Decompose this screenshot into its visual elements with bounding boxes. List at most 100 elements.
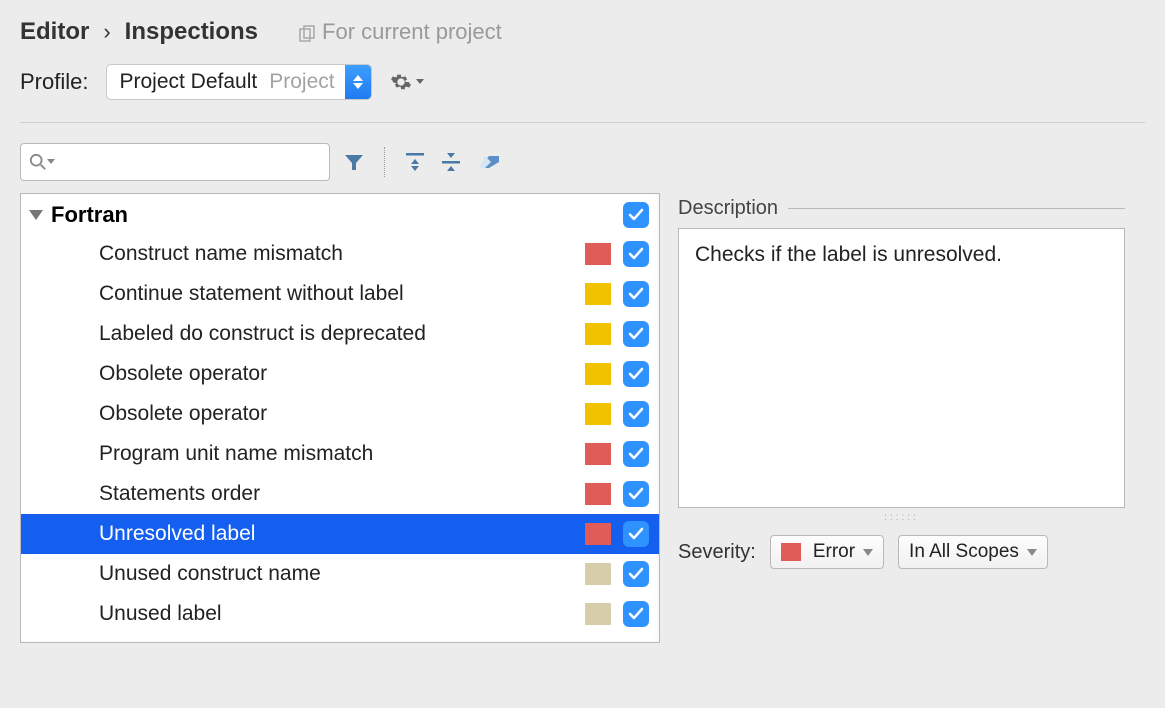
check-icon <box>628 446 644 462</box>
profile-label: Profile: <box>20 69 88 95</box>
chevron-down-icon <box>47 159 55 165</box>
severity-color-swatch <box>585 483 611 505</box>
severity-color-swatch <box>585 523 611 545</box>
inspection-label: Obsolete operator <box>99 362 585 386</box>
search-field[interactable] <box>55 151 321 174</box>
severity-color-swatch <box>585 403 611 425</box>
inspection-row[interactable]: Unused construct name <box>21 554 659 594</box>
group-label: Fortran <box>51 202 615 228</box>
inspection-checkbox[interactable] <box>623 321 649 347</box>
chevron-down-icon <box>416 79 424 85</box>
inspection-label: Labeled do construct is deprecated <box>99 322 585 346</box>
check-icon <box>628 606 644 622</box>
search-icon <box>29 153 47 171</box>
filter-icon <box>342 150 366 174</box>
inspection-label: Construct name mismatch <box>99 242 585 266</box>
toolbar-separator <box>384 147 385 177</box>
inspection-row[interactable]: Unresolved label <box>21 514 659 554</box>
severity-row: Severity: Error In All Scopes <box>678 535 1125 569</box>
group-checkbox[interactable] <box>623 202 649 228</box>
inspection-group[interactable]: Fortran <box>21 194 659 234</box>
inspection-checkbox[interactable] <box>623 361 649 387</box>
severity-color-swatch <box>585 323 611 345</box>
inspection-row[interactable]: Unused label <box>21 594 659 634</box>
breadcrumb: Editor › Inspections For current project <box>0 0 1165 56</box>
description-section-title: Description <box>678 197 1125 220</box>
check-icon <box>628 326 644 342</box>
severity-color-swatch <box>585 443 611 465</box>
description-text: Checks if the label is unresolved. <box>678 228 1125 508</box>
breadcrumb-separator-icon: › <box>103 19 110 45</box>
severity-color-swatch <box>585 603 611 625</box>
inspection-label: Unused label <box>99 602 585 626</box>
profile-row: Profile: Project Default Project <box>0 56 1165 118</box>
severity-label: Severity: <box>678 541 756 564</box>
inspection-checkbox[interactable] <box>623 401 649 427</box>
expand-all-icon <box>403 150 427 174</box>
severity-select[interactable]: Error <box>770 535 884 569</box>
inspection-row[interactable]: Statements order <box>21 474 659 514</box>
inspection-checkbox[interactable] <box>623 601 649 627</box>
severity-color-swatch <box>585 243 611 265</box>
chevron-down-icon <box>863 549 873 556</box>
select-arrows-icon <box>345 64 371 100</box>
expand-all-button[interactable] <box>403 150 427 174</box>
inspection-row[interactable]: Labeled do construct is deprecated <box>21 314 659 354</box>
project-icon <box>298 23 316 41</box>
severity-color-swatch <box>585 283 611 305</box>
inspection-row[interactable]: Construct name mismatch <box>21 234 659 274</box>
check-icon <box>628 246 644 262</box>
inspection-checkbox[interactable] <box>623 561 649 587</box>
filter-button[interactable] <box>342 150 366 174</box>
severity-color-swatch <box>585 363 611 385</box>
collapse-all-icon <box>439 150 463 174</box>
inspection-label: Unresolved label <box>99 522 585 546</box>
scope-value: In All Scopes <box>909 541 1019 563</box>
chevron-down-icon <box>1027 549 1037 556</box>
inspection-row[interactable]: Continue statement without label <box>21 274 659 314</box>
severity-color-swatch <box>781 543 801 561</box>
inspection-label: Statements order <box>99 482 585 506</box>
inspection-checkbox[interactable] <box>623 521 649 547</box>
disclosure-icon <box>29 210 43 220</box>
check-icon <box>628 566 644 582</box>
inspection-row[interactable]: Program unit name mismatch <box>21 434 659 474</box>
check-icon <box>628 406 644 422</box>
check-icon <box>628 486 644 502</box>
profile-select[interactable]: Project Default Project <box>106 64 371 100</box>
breadcrumb-root[interactable]: Editor <box>20 18 89 46</box>
search-input[interactable] <box>20 143 330 181</box>
inspection-label: Continue statement without label <box>99 282 585 306</box>
inspection-label: Unused construct name <box>99 562 585 586</box>
for-current-project-label: For current project <box>298 19 502 45</box>
for-current-project-text: For current project <box>322 19 502 45</box>
main-content: Fortran Construct name mismatch Continue … <box>0 193 1165 643</box>
inspection-checkbox[interactable] <box>623 481 649 507</box>
profile-subtext: Project <box>269 70 344 94</box>
profile-actions-button[interactable] <box>390 71 424 93</box>
severity-value: Error <box>813 541 855 563</box>
inspection-row[interactable]: Obsolete operator <box>21 354 659 394</box>
check-icon <box>628 366 644 382</box>
inspection-checkbox[interactable] <box>623 441 649 467</box>
eraser-icon <box>475 152 501 172</box>
inspection-checkbox[interactable] <box>623 241 649 267</box>
profile-selected: Project Default <box>107 70 269 94</box>
resize-grip[interactable]: :::::: <box>678 508 1125 535</box>
gear-icon <box>390 71 412 93</box>
breadcrumb-page: Inspections <box>125 18 258 46</box>
inspection-label: Obsolete operator <box>99 402 585 426</box>
scope-select[interactable]: In All Scopes <box>898 535 1048 569</box>
severity-color-swatch <box>585 563 611 585</box>
inspections-toolbar <box>0 123 1165 193</box>
inspection-details: Description Checks if the label is unres… <box>678 193 1145 643</box>
inspection-label: Program unit name mismatch <box>99 442 585 466</box>
description-title-text: Description <box>678 197 778 220</box>
collapse-all-button[interactable] <box>439 150 463 174</box>
inspection-checkbox[interactable] <box>623 281 649 307</box>
inspections-tree: Fortran Construct name mismatch Continue … <box>20 193 660 643</box>
reset-button[interactable] <box>475 152 501 172</box>
check-icon <box>628 207 644 223</box>
inspection-row[interactable]: Obsolete operator <box>21 394 659 434</box>
check-icon <box>628 286 644 302</box>
